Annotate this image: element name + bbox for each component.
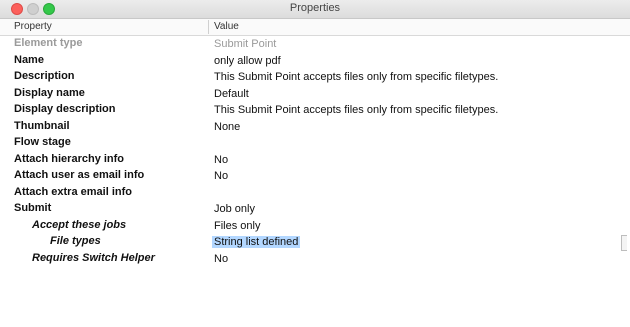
table-row[interactable]: Accept these jobs Files only — [0, 218, 630, 235]
table-row[interactable]: Attach extra email info — [0, 185, 630, 202]
property-label: Attach user as email info — [14, 169, 145, 181]
property-label: Accept these jobs — [32, 218, 127, 231]
property-label: Requires Switch Helper — [32, 251, 155, 264]
property-value[interactable]: No — [214, 253, 228, 265]
title-bar: Properties — [0, 0, 630, 19]
column-header-property[interactable]: Property — [14, 21, 52, 32]
property-value[interactable]: None — [214, 121, 240, 133]
property-list: Element type Submit Point Name only allo… — [0, 36, 630, 267]
window-title: Properties — [289, 2, 341, 14]
property-value-selected[interactable]: String list defined — [212, 236, 301, 248]
properties-window: Properties Property Value Element type S… — [0, 0, 630, 327]
property-value[interactable]: No — [214, 170, 228, 182]
column-divider[interactable] — [208, 20, 209, 34]
property-label: Attach hierarchy info — [14, 152, 125, 165]
table-row-selected[interactable]: File types String list defined — [0, 234, 630, 251]
property-label: File types — [50, 235, 101, 247]
table-row[interactable]: Thumbnail None — [0, 119, 630, 136]
table-row[interactable]: Display description This Submit Point ac… — [0, 102, 630, 119]
property-value[interactable]: This Submit Point accepts files only fro… — [214, 104, 498, 116]
property-label: Name — [14, 53, 44, 66]
property-label: Submit — [14, 202, 52, 214]
table-row[interactable]: Element type Submit Point — [0, 36, 630, 53]
property-value[interactable]: only allow pdf — [214, 55, 281, 67]
edit-value-button[interactable] — [621, 235, 627, 251]
table-row[interactable]: Requires Switch Helper No — [0, 251, 630, 268]
table-row[interactable]: Description This Submit Point accepts fi… — [0, 69, 630, 86]
table-header: Property Value — [0, 19, 630, 36]
table-row[interactable]: Attach hierarchy info No — [0, 152, 630, 169]
property-value[interactable]: Default — [214, 88, 249, 100]
table-row[interactable]: Flow stage — [0, 135, 630, 152]
property-value[interactable]: This Submit Point accepts files only fro… — [214, 71, 498, 83]
table-row[interactable]: Name only allow pdf — [0, 53, 630, 70]
property-value: Submit Point — [214, 38, 277, 50]
property-label: Flow stage — [14, 136, 71, 148]
property-value[interactable]: Job only — [214, 203, 255, 215]
property-value[interactable]: Files only — [214, 220, 260, 232]
property-label: Thumbnail — [14, 119, 70, 132]
table-row[interactable]: Attach user as email info No — [0, 168, 630, 185]
property-label: Display name — [14, 86, 85, 99]
property-value[interactable]: No — [214, 154, 228, 166]
table-row[interactable]: Submit Job only — [0, 201, 630, 218]
table-row[interactable]: Display name Default — [0, 86, 630, 103]
property-label: Attach extra email info — [14, 185, 132, 198]
property-label: Display description — [14, 103, 116, 115]
property-label: Description — [14, 70, 75, 82]
column-header-value[interactable]: Value — [214, 21, 239, 32]
property-label: Element type — [14, 37, 83, 49]
